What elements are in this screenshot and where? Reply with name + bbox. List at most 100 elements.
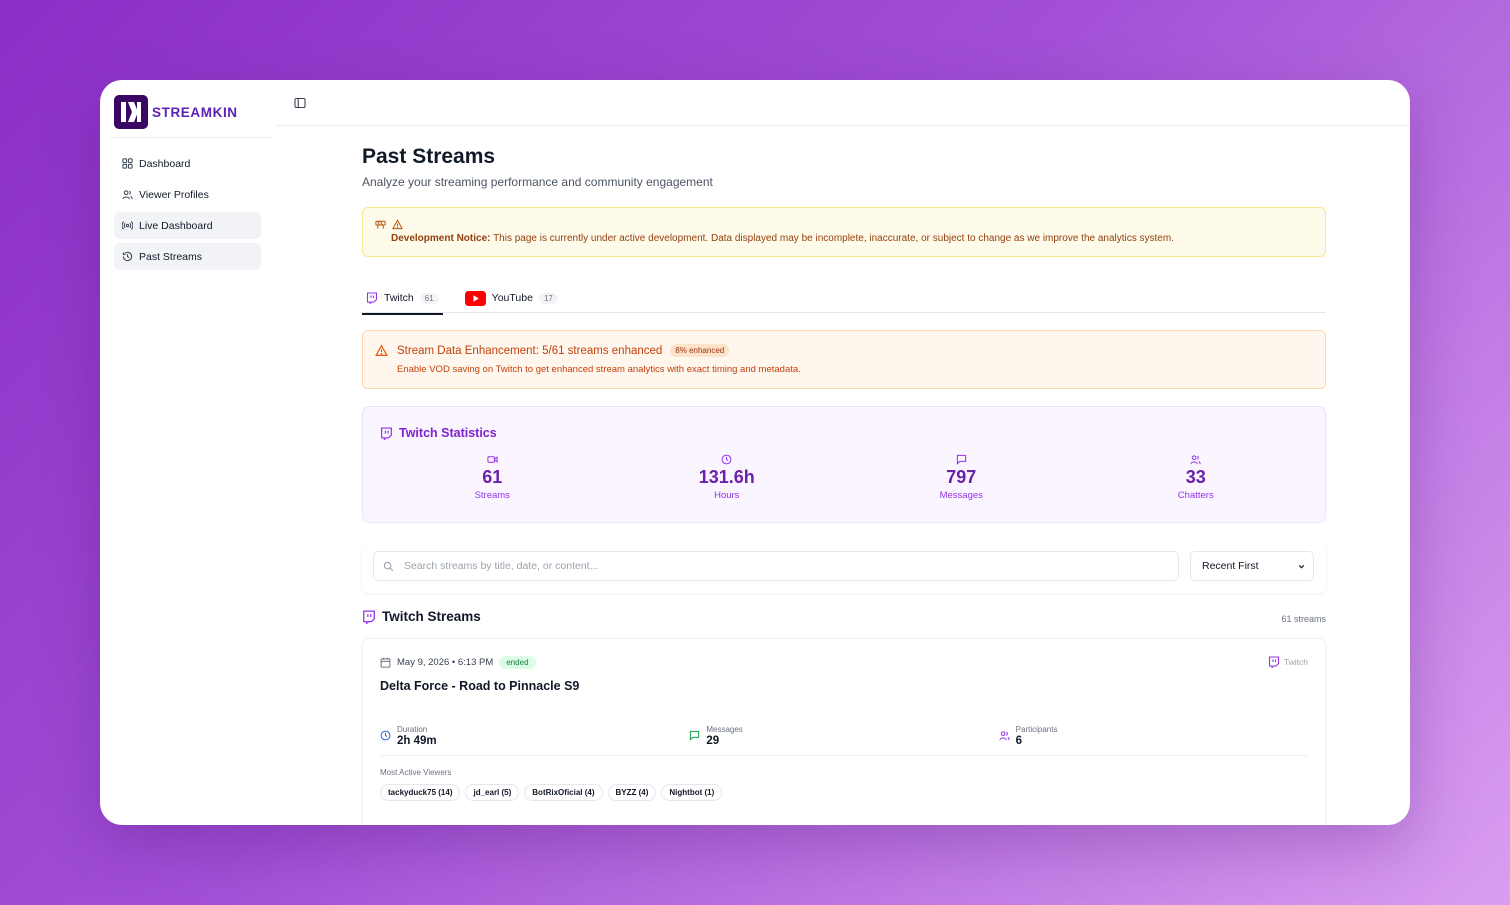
streams-title-text: Twitch Streams [382, 609, 481, 624]
sidebar-nav: Dashboard Viewer Profiles Live Dashboard [114, 150, 261, 274]
search-box[interactable] [373, 551, 1179, 581]
brand[interactable]: STREAMKIN [114, 95, 238, 129]
stat-messages: 797 Messages [844, 454, 1079, 501]
chevron-down-icon [1298, 564, 1305, 569]
stat-label: Chatters [1177, 490, 1214, 501]
metric-label: Duration [397, 724, 428, 734]
warning-icon [392, 219, 403, 230]
twitch-icon [381, 426, 392, 440]
grid-icon [122, 158, 133, 169]
sidebar-toggle-icon[interactable] [294, 97, 306, 109]
stat-label: Streams [474, 490, 510, 501]
stat-value: 33 [1185, 467, 1206, 487]
streams-count: 61 streams [1281, 614, 1326, 624]
app-window: STREAMKIN Dashboard Viewer Profiles Live… [100, 80, 1410, 825]
stat-label: Hours [714, 490, 740, 501]
sidebar-item-viewer-profiles[interactable]: Viewer Profiles [114, 181, 261, 208]
sidebar-item-live-dashboard[interactable]: Live Dashboard [114, 212, 261, 239]
metric-value: 29 [706, 734, 720, 747]
twitch-icon [1268, 656, 1279, 668]
stats-title: Twitch Statistics [380, 426, 497, 440]
tab-youtube[interactable]: YouTube 17 [461, 283, 562, 313]
sidebar: STREAMKIN Dashboard Viewer Profiles Live… [100, 80, 273, 825]
viewer-chip[interactable]: BotRixOficial (4) [524, 784, 603, 801]
stats-row: 61 Streams 131.6h Hours 797 Messages 33 … [375, 454, 1313, 501]
message-icon [690, 730, 700, 741]
history-icon [122, 251, 133, 262]
metric-value: 6 [1015, 734, 1023, 747]
notice-label: Development Notice: [391, 233, 491, 244]
enhancement-badge: 8% enhanced [670, 344, 730, 357]
main-content: Past Streams Analyze your streaming perf… [362, 142, 1326, 825]
stream-platform-label: Twitch [1283, 657, 1308, 667]
metric-label: Messages [706, 724, 743, 734]
enhancement-title-text: Stream Data Enhancement: 5/61 streams en… [397, 344, 663, 357]
viewer-chip[interactable]: jd_earl (5) [465, 784, 520, 801]
clock-icon [721, 454, 732, 465]
search-input[interactable] [404, 560, 1164, 572]
sidebar-item-label: Viewer Profiles [139, 188, 209, 201]
users-icon [122, 190, 133, 200]
viewer-chip[interactable]: tackyduck75 (14) [380, 784, 461, 801]
metric-participants: Participants 6 [999, 716, 1308, 755]
stat-label: Messages [939, 490, 983, 501]
status-badge: ended [499, 656, 536, 669]
topbar [276, 80, 1410, 126]
sort-select[interactable]: Recent First [1190, 551, 1314, 581]
youtube-icon [464, 290, 486, 306]
tab-label: YouTube [491, 292, 533, 304]
viewer-chips: tackyduck75 (14) jd_earl (5) BotRixOfici… [380, 784, 723, 801]
stat-value: 131.6h [698, 467, 755, 487]
brand-name: STREAMKIN [152, 104, 238, 120]
sort-select-value: Recent First [1202, 560, 1259, 572]
stat-hours: 131.6h Hours [610, 454, 845, 501]
viewer-chip[interactable]: BYZZ (4) [607, 784, 657, 801]
sidebar-item-label: Dashboard [139, 157, 191, 170]
development-notice: Development Notice: This page is current… [362, 207, 1326, 257]
users-icon [999, 731, 1010, 741]
sidebar-item-label: Live Dashboard [139, 219, 213, 232]
stat-streams: 61 Streams [375, 454, 610, 501]
sidebar-divider [110, 137, 273, 138]
stream-platform: Twitch [1268, 656, 1308, 668]
calendar-icon [380, 657, 391, 668]
page-subtitle: Analyze your streaming performance and c… [362, 175, 713, 189]
notice-text: This page is currently under active deve… [493, 233, 1174, 244]
twitch-icon [366, 292, 378, 304]
streams-title: Twitch Streams [362, 609, 1326, 624]
stream-metrics: Duration 2h 49m Messages 29 Participants… [380, 716, 1308, 756]
clock-icon [380, 730, 391, 741]
stream-card[interactable]: May 9, 2026 • 6:13 PM ended Twitch Delta… [362, 638, 1326, 825]
warning-icon [375, 344, 388, 356]
most-active-viewers-label: Most Active Viewers [380, 768, 452, 777]
stat-value: 797 [946, 467, 977, 487]
stream-datetime: May 9, 2026 • 6:13 PM [397, 657, 494, 668]
search-icon [383, 561, 394, 571]
twitch-statistics-card: Twitch Statistics 61 Streams 131.6h Hour… [362, 406, 1326, 523]
message-icon [956, 454, 966, 465]
metric-duration: Duration 2h 49m [380, 716, 689, 755]
enhancement-banner: Stream Data Enhancement: 5/61 streams en… [362, 330, 1326, 389]
sidebar-item-label: Past Streams [139, 250, 203, 263]
tab-count: 17 [538, 292, 558, 304]
sidebar-item-dashboard[interactable]: Dashboard [114, 150, 261, 177]
streams-header: Twitch Streams 61 streams [362, 609, 1326, 629]
search-card: Recent First [362, 543, 1326, 593]
tab-label: Twitch [384, 292, 414, 304]
sidebar-item-past-streams[interactable]: Past Streams [114, 243, 261, 270]
stream-title: Delta Force - Road to Pinnacle S9 [380, 679, 580, 693]
users-icon [1190, 455, 1201, 465]
twitch-icon [363, 610, 375, 624]
metric-value: 2h 49m [397, 734, 437, 747]
page-title: Past Streams [362, 145, 496, 168]
metric-label: Participants [1015, 724, 1058, 734]
stats-title-text: Twitch Statistics [399, 426, 497, 440]
metric-messages: Messages 29 [689, 716, 998, 755]
platform-tabs: Twitch 61 YouTube 17 [362, 283, 1326, 315]
stream-meta: May 9, 2026 • 6:13 PM ended [380, 656, 536, 669]
stat-chatters: 33 Chatters [1079, 454, 1314, 501]
tab-twitch[interactable]: Twitch 61 [362, 283, 443, 315]
brand-logo-icon [114, 95, 148, 129]
broadcast-icon [122, 221, 133, 230]
viewer-chip[interactable]: Nightbot (1) [661, 784, 723, 801]
